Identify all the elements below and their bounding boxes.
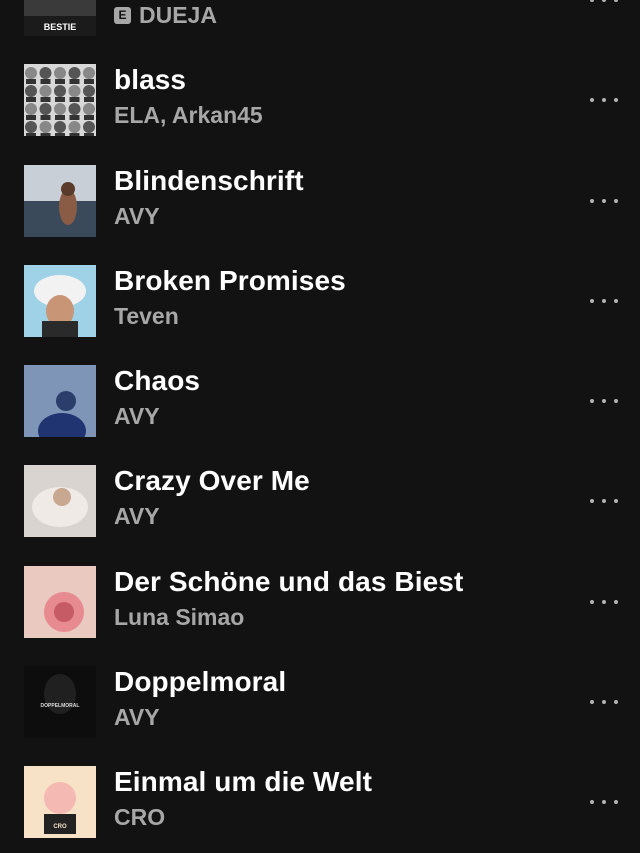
more-options-button[interactable] (590, 287, 618, 315)
album-cover: DOPPELMORAL (24, 666, 96, 739)
track-row[interactable]: Crazy Over Me AVY (0, 447, 640, 547)
more-horizontal-icon (590, 800, 618, 805)
more-horizontal-icon (590, 700, 618, 705)
track-row[interactable]: DOPPELMORAL Doppelmoral AVY (0, 648, 640, 748)
album-cover (24, 565, 96, 638)
track-artist: AVY (114, 704, 160, 731)
track-subtitle: Luna Simao (114, 603, 244, 631)
album-cover (24, 64, 96, 137)
track-artist: DUEJA (139, 2, 217, 28)
album-cover (24, 264, 96, 337)
track-row[interactable]: Broken Promises Teven (0, 247, 640, 347)
more-options-button[interactable] (590, 688, 618, 716)
track-title: Einmal um die Welt (114, 766, 372, 798)
svg-text:BESTIE: BESTIE (44, 22, 77, 32)
more-horizontal-icon (590, 0, 618, 2)
track-row[interactable]: Chaos AVY (0, 347, 640, 447)
track-subtitle: AVY (114, 502, 160, 530)
more-horizontal-icon (590, 599, 618, 604)
more-options-button[interactable] (590, 0, 618, 14)
track-artist: Luna Simao (114, 603, 245, 630)
track-artist: AVY (114, 202, 160, 229)
track-artist: CRO (114, 804, 166, 831)
more-options-button[interactable] (590, 788, 618, 816)
more-options-button[interactable] (590, 187, 618, 215)
more-horizontal-icon (590, 399, 618, 404)
more-options-button[interactable] (590, 86, 618, 114)
track-subtitle: CRO (114, 803, 165, 831)
track-row[interactable]: BESTIEBESTIEEDUEJA (0, 0, 640, 46)
svg-text:DOPPELMORAL: DOPPELMORAL (41, 703, 80, 709)
more-options-button[interactable] (590, 487, 618, 515)
more-horizontal-icon (590, 298, 618, 303)
album-cover (24, 465, 96, 538)
track-list: BESTIEBESTIEEDUEJAblassELA, Arkan45Blind… (0, 0, 640, 849)
track-subtitle: AVY (114, 202, 160, 230)
track-title: Chaos (114, 365, 201, 397)
more-horizontal-icon (590, 198, 618, 203)
track-subtitle: AVY (114, 703, 160, 731)
album-cover: CRO (24, 766, 96, 839)
track-subtitle: Teven (114, 302, 179, 330)
track-artist: AVY (114, 503, 160, 530)
track-title: blass (114, 64, 187, 96)
more-horizontal-icon (590, 499, 618, 504)
track-subtitle: AVY (114, 402, 160, 430)
track-title: Blindenschrift (114, 164, 304, 196)
track-row[interactable]: Der Schöne und das Biest Luna Simao (0, 548, 640, 648)
track-row[interactable]: CRO Einmal um die Welt CRO (0, 748, 640, 848)
track-subtitle: E DUEJA (114, 1, 217, 29)
svg-text:CRO: CRO (53, 824, 67, 830)
explicit-badge: E (114, 6, 131, 24)
track-title: Crazy Over Me (114, 465, 310, 497)
track-title: Broken Promises (114, 264, 346, 296)
more-options-button[interactable] (590, 588, 618, 616)
album-cover (24, 365, 96, 438)
album-cover (24, 164, 96, 237)
more-horizontal-icon (590, 98, 618, 103)
track-artist: ELA, Arkan45 (114, 102, 263, 129)
album-cover: BESTIE (24, 0, 96, 36)
track-title: Doppelmoral (114, 666, 287, 698)
track-artist: AVY (114, 403, 160, 430)
track-artist: Teven (114, 302, 179, 329)
track-subtitle: ELA, Arkan45 (114, 101, 263, 129)
track-title: Der Schöne und das Biest (114, 565, 464, 597)
track-row[interactable]: Blindenschrift AVY (0, 147, 640, 247)
track-row[interactable]: blass ELA, Arkan45 (0, 46, 640, 146)
more-options-button[interactable] (590, 387, 618, 415)
